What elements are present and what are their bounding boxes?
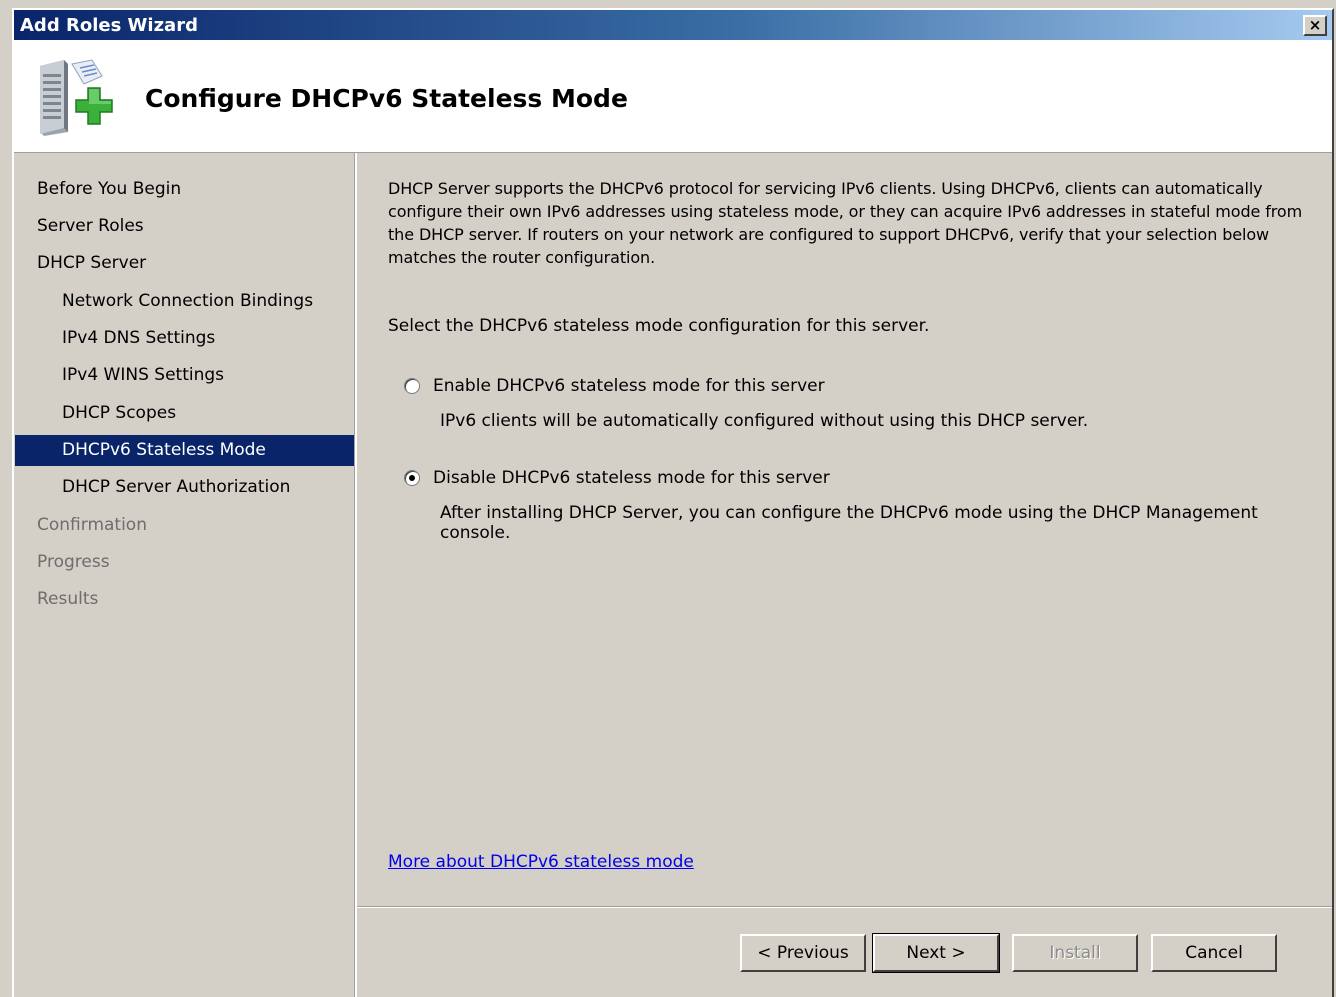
radio-selected-dot <box>409 475 415 481</box>
disable-stateless-radio[interactable] <box>404 470 420 486</box>
add-roles-wizard-window: Add Roles Wizard × Configure DHCPv6 Stat… <box>12 8 1334 997</box>
enable-stateless-label[interactable]: Enable DHCPv6 stateless mode for this se… <box>433 376 825 396</box>
enable-stateless-option[interactable]: Enable DHCPv6 stateless mode for this se… <box>404 376 825 396</box>
wizard-header: Configure DHCPv6 Stateless Mode <box>14 40 1332 153</box>
step-results: Results <box>37 589 99 609</box>
step-dhcp-server-authorization[interactable]: DHCP Server Authorization <box>15 472 354 503</box>
step-dhcpv6-stateless-mode[interactable]: DHCPv6 Stateless Mode <box>15 435 354 466</box>
disable-stateless-option[interactable]: Disable DHCPv6 stateless mode for this s… <box>404 468 830 488</box>
step-server-roles[interactable]: Server Roles <box>15 211 354 242</box>
description-text: DHCP Server supports the DHCPv6 protocol… <box>388 179 1303 267</box>
cancel-button[interactable]: Cancel <box>1151 934 1277 972</box>
title-bar[interactable]: Add Roles Wizard × <box>14 10 1332 40</box>
window-title: Add Roles Wizard <box>20 15 198 36</box>
wizard-content: DHCP Server supports the DHCPv6 protocol… <box>357 153 1332 997</box>
step-ipv4-wins-settings[interactable]: IPv4 WINS Settings <box>15 360 354 391</box>
close-icon: × <box>1308 16 1322 34</box>
more-about-link[interactable]: More about DHCPv6 stateless mode <box>388 852 694 872</box>
wizard-step-list: Before You Begin Server Roles DHCP Serve… <box>14 153 357 997</box>
previous-button[interactable]: < Previous <box>740 934 866 972</box>
step-progress: Progress <box>37 552 110 572</box>
step-network-connection-bindings[interactable]: Network Connection Bindings <box>15 286 354 317</box>
enable-stateless-help: IPv6 clients will be automatically confi… <box>440 411 1089 431</box>
close-button[interactable]: × <box>1303 15 1327 36</box>
enable-stateless-radio[interactable] <box>404 378 420 394</box>
footer-separator <box>357 906 1332 908</box>
step-dhcp-server[interactable]: DHCP Server <box>15 248 354 279</box>
install-button: Install <box>1012 934 1138 972</box>
step-dhcp-scopes[interactable]: DHCP Scopes <box>15 398 354 429</box>
step-confirmation: Confirmation <box>37 515 147 535</box>
page-title: Configure DHCPv6 Stateless Mode <box>145 84 628 113</box>
disable-stateless-label[interactable]: Disable DHCPv6 stateless mode for this s… <box>433 468 830 488</box>
step-before-you-begin[interactable]: Before You Begin <box>15 174 354 205</box>
selection-prompt: Select the DHCPv6 stateless mode configu… <box>388 316 930 336</box>
next-button[interactable]: Next > <box>872 933 1000 973</box>
disable-stateless-help: After installing DHCP Server, you can co… <box>440 503 1258 543</box>
server-add-icon <box>40 59 113 136</box>
step-ipv4-dns-settings[interactable]: IPv4 DNS Settings <box>15 323 354 354</box>
